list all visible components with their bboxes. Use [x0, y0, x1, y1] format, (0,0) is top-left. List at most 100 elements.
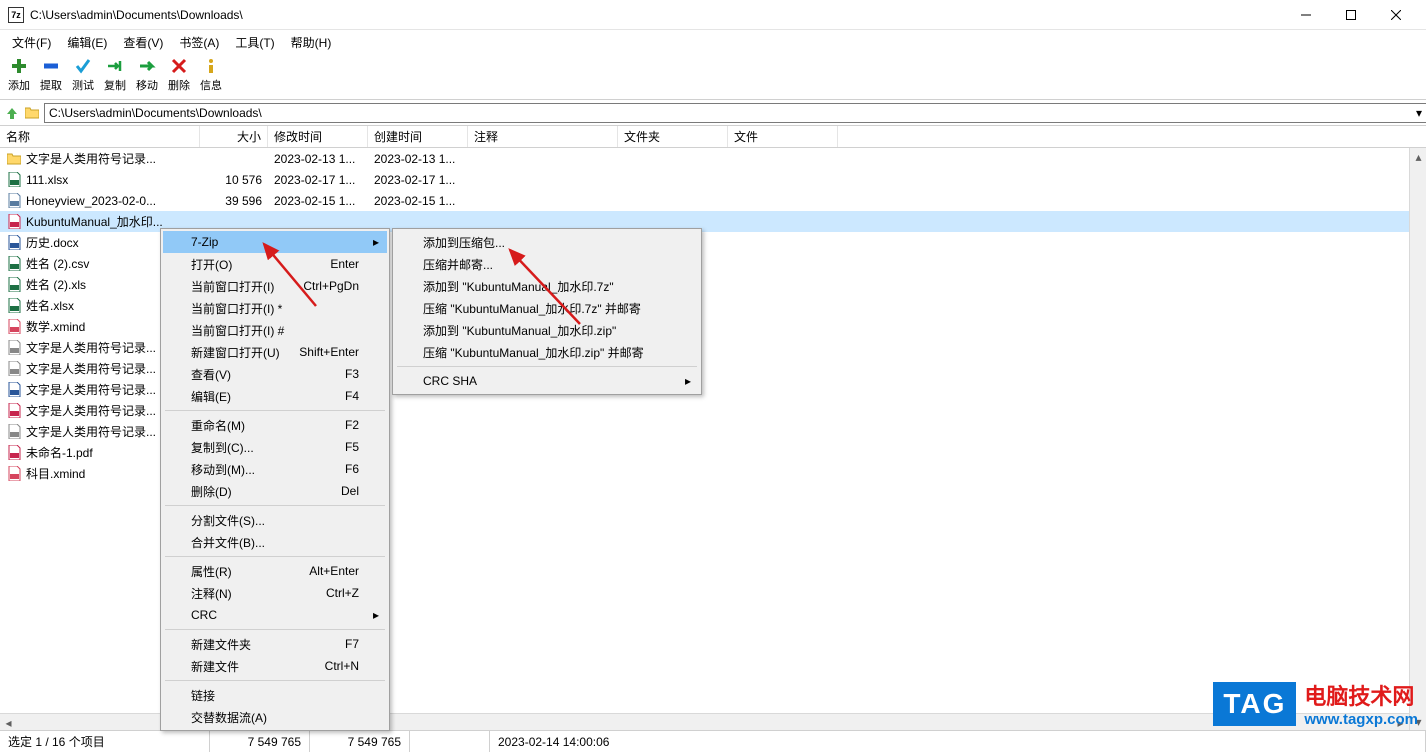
menu-bookmarks[interactable]: 书签(A) [171, 32, 227, 53]
header-name[interactable]: 名称 [0, 126, 200, 147]
menu-file[interactable]: 文件(F) [4, 32, 59, 53]
menu-item[interactable]: 交替数据流(A) [163, 706, 387, 728]
file-row[interactable]: Honeyview_2023-02-0...39 5962023-02-15 1… [0, 190, 1409, 211]
status-c [410, 731, 490, 752]
watermark-cn: 电脑技术网 [1304, 679, 1418, 711]
watermark-tag: TAG [1213, 682, 1296, 726]
minimize-button[interactable] [1283, 0, 1328, 30]
file-row[interactable]: 111.xlsx10 5762023-02-17 1...2023-02-17 … [0, 169, 1409, 190]
menu-item-label: 压缩并邮寄... [423, 256, 493, 273]
maximize-button[interactable] [1328, 0, 1373, 30]
toolbar-move[interactable]: 移动 [132, 56, 162, 93]
dropdown-icon[interactable]: ▾ [1416, 106, 1422, 120]
menu-item-label: 合并文件(B)... [191, 534, 265, 551]
menu-item[interactable]: 添加到 "KubuntuManual_加水印.7z" [395, 275, 699, 297]
menu-item[interactable]: 分割文件(S)... [163, 509, 387, 531]
app-icon: 7z [8, 7, 24, 23]
menu-item[interactable]: 新建窗口打开(U)Shift+Enter [163, 341, 387, 363]
menu-item[interactable]: 链接 [163, 684, 387, 706]
toolbar-add[interactable]: 添加 [4, 56, 34, 93]
menu-shortcut: F5 [345, 440, 359, 454]
header-comment[interactable]: 注释 [468, 126, 618, 147]
menu-item-label: 属性(R) [191, 563, 232, 580]
menu-item[interactable]: 复制到(C)...F5 [163, 436, 387, 458]
menu-tools[interactable]: 工具(T) [227, 32, 282, 53]
menu-item[interactable]: 合并文件(B)... [163, 531, 387, 553]
menu-item[interactable]: 当前窗口打开(I) # [163, 319, 387, 341]
address-input[interactable] [44, 103, 1426, 123]
header-size[interactable]: 大小 [200, 126, 268, 147]
menu-item[interactable]: 重命名(M)F2 [163, 414, 387, 436]
menu-item[interactable]: 编辑(E)F4 [163, 385, 387, 407]
menu-item[interactable]: 属性(R) Alt+Enter [163, 560, 387, 582]
file-icon [6, 445, 22, 461]
menu-item[interactable]: CRC▸ [163, 604, 387, 626]
menu-item[interactable]: 移动到(M)...F6 [163, 458, 387, 480]
status-selection: 选定 1 / 16 个项目 [0, 731, 210, 752]
toolbar-extract[interactable]: 提取 [36, 56, 66, 93]
file-icon [6, 151, 22, 167]
menu-item[interactable]: 添加到压缩包... [395, 231, 699, 253]
plus-icon [9, 56, 29, 76]
menu-item[interactable]: 当前窗口打开(I)Ctrl+PgDn [163, 275, 387, 297]
menu-item[interactable]: 压缩 "KubuntuManual_加水印.zip" 并邮寄 [395, 341, 699, 363]
column-headers: 名称 大小 修改时间 创建时间 注释 文件夹 文件 [0, 126, 1426, 148]
menu-item[interactable]: CRC SHA▸ [395, 370, 699, 392]
file-icon [6, 172, 22, 188]
menu-shortcut: Ctrl+N [325, 659, 359, 673]
menu-item-label: 添加到 "KubuntuManual_加水印.7z" [423, 278, 614, 295]
scroll-left-icon[interactable]: ◂ [0, 714, 17, 731]
file-icon [6, 235, 22, 251]
copy-icon [105, 56, 125, 76]
header-folders[interactable]: 文件夹 [618, 126, 728, 147]
toolbar-test[interactable]: 测试 [68, 56, 98, 93]
menu-help[interactable]: 帮助(H) [283, 32, 340, 53]
menu-item[interactable]: 压缩并邮寄... [395, 253, 699, 275]
file-created: 2023-02-13 1... [368, 152, 468, 166]
menu-item-label: CRC SHA [423, 374, 477, 388]
file-size: 10 576 [200, 173, 268, 187]
status-size-a: 7 549 765 [210, 731, 310, 752]
menu-item[interactable]: 新建文件夹F7 [163, 633, 387, 655]
menu-item[interactable]: 查看(V)F3 [163, 363, 387, 385]
menu-shortcut: Shift+Enter [299, 345, 359, 359]
scroll-up-icon[interactable]: ▴ [1410, 148, 1426, 165]
scrollbar-vertical[interactable]: ▴ ▾ [1409, 148, 1426, 730]
toolbar-info[interactable]: 信息 [196, 56, 226, 93]
menu-item-label: 7-Zip [191, 235, 218, 249]
menu-item-label: 查看(V) [191, 366, 231, 383]
file-row[interactable]: 文字是人类用符号记录...2023-02-13 1...2023-02-13 1… [0, 148, 1409, 169]
menu-item-label: 删除(D) [191, 483, 232, 500]
menu-item[interactable]: 打开(O)Enter [163, 253, 387, 275]
x-icon [169, 56, 189, 76]
file-icon [6, 340, 22, 356]
menu-shortcut: Alt+Enter [309, 564, 359, 578]
toolbar-delete[interactable]: 删除 [164, 56, 194, 93]
file-icon [6, 403, 22, 419]
menu-edit[interactable]: 编辑(E) [59, 32, 115, 53]
file-icon [6, 256, 22, 272]
menu-item[interactable]: 当前窗口打开(I) * [163, 297, 387, 319]
menu-item[interactable]: 7-Zip▸ [163, 231, 387, 253]
file-modified: 2023-02-13 1... [268, 152, 368, 166]
menu-item[interactable]: 压缩 "KubuntuManual_加水印.7z" 并邮寄 [395, 297, 699, 319]
menu-shortcut: Ctrl+Z [326, 586, 359, 600]
menu-shortcut: Enter [330, 257, 359, 271]
menu-view[interactable]: 查看(V) [115, 32, 171, 53]
toolbar-copy[interactable]: 复制 [100, 56, 130, 93]
menu-item[interactable]: 注释(N)Ctrl+Z [163, 582, 387, 604]
menu-shortcut: Ctrl+PgDn [303, 279, 359, 293]
menu-item[interactable]: 新建文件Ctrl+N [163, 655, 387, 677]
file-created: 2023-02-17 1... [368, 173, 468, 187]
file-size: 39 596 [200, 194, 268, 208]
menu-item-label: 添加到压缩包... [423, 234, 505, 251]
menu-item[interactable]: 添加到 "KubuntuManual_加水印.zip" [395, 319, 699, 341]
menu-item-label: 交替数据流(A) [191, 709, 267, 726]
header-files[interactable]: 文件 [728, 126, 838, 147]
menu-item[interactable]: 删除(D) Del [163, 480, 387, 502]
header-modified[interactable]: 修改时间 [268, 126, 368, 147]
up-icon[interactable] [4, 105, 20, 121]
close-button[interactable] [1373, 0, 1418, 30]
header-created[interactable]: 创建时间 [368, 126, 468, 147]
menu-shortcut: Del [341, 484, 359, 498]
